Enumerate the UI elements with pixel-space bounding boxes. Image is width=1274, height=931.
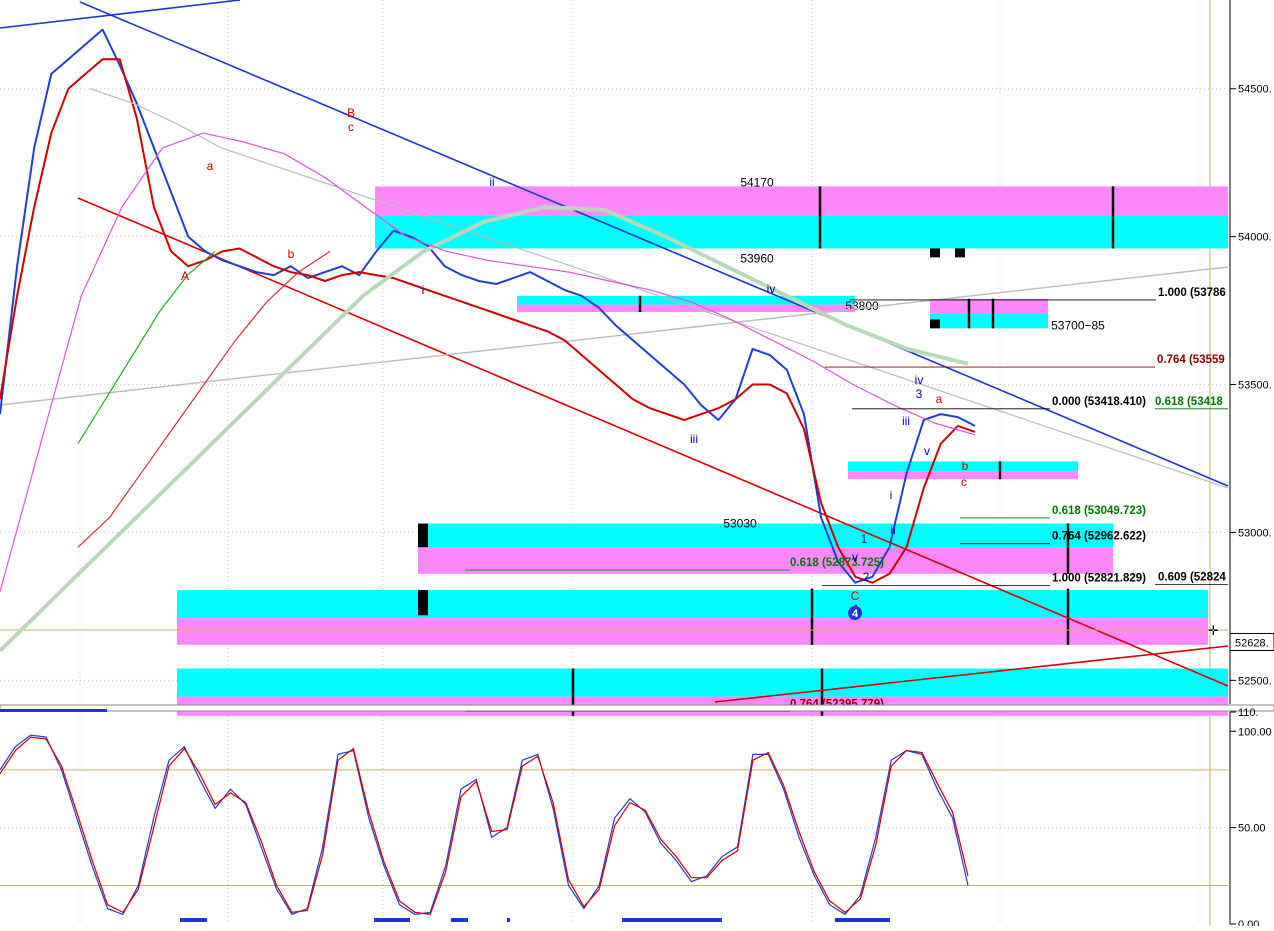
osc-signal-bar: [507, 918, 510, 922]
wave-label: C: [851, 589, 860, 603]
osc-signal-bar: [622, 918, 722, 922]
separator-marker: [0, 709, 107, 712]
panel-separator: [0, 704, 1274, 712]
osc-tick-label: 50.00: [1238, 823, 1266, 835]
osc-tick-label: 100.00: [1238, 726, 1272, 738]
crosshair-icon: ✛: [1208, 623, 1219, 638]
zone-marker: [930, 248, 940, 258]
current-price-label: 52628.: [1235, 637, 1269, 649]
osc-signal-bar: [835, 918, 890, 922]
wave-label: c: [348, 120, 354, 134]
wave-label: iv: [915, 373, 924, 387]
wave-label: b: [288, 247, 295, 261]
osc-signal-bar: [180, 918, 207, 922]
fib-level-label: 0.609 (52824: [1158, 571, 1226, 583]
zone-marker: [930, 319, 940, 329]
wave-label: v: [852, 550, 858, 564]
chart-svg: 54170 53960 53800 53700−85 53030 1.000 (5378…: [0, 0, 1274, 931]
fib-level-label: 0.764 (53559: [1157, 354, 1225, 366]
zone-label: 53800: [845, 299, 879, 313]
fib-level-label: 0.764 (52962.622): [1052, 531, 1146, 543]
zone-band-upper: [177, 590, 1208, 619]
osc-signal-bar: [374, 918, 410, 922]
wave-label: iii: [690, 432, 698, 446]
zone-band-upper: [177, 668, 1228, 697]
wave-label: 4: [852, 608, 859, 620]
fib-level-label: 1.000 (52821.829): [1052, 572, 1146, 584]
osc-signal-bar: [451, 918, 468, 922]
zone-label: 54170: [740, 175, 774, 189]
fib-level-label: 0.618 (53418: [1155, 396, 1223, 408]
price-tick-label: 53000.: [1238, 527, 1272, 539]
zone-marker: [418, 590, 428, 616]
wave-label: A: [181, 269, 189, 283]
price-tick-label: 52500.: [1238, 675, 1272, 687]
fib-level-label: 0.618 (52873.725): [790, 557, 884, 569]
wave-label: a: [207, 159, 214, 173]
zone-label: 53960: [740, 251, 774, 265]
zone-label: 53030: [723, 517, 757, 531]
price-tick-label: 54000.: [1238, 232, 1272, 244]
zone-marker: [955, 248, 965, 258]
wave-label: ii: [489, 175, 494, 189]
wave-label: iii: [902, 414, 910, 428]
osc-tick-label: 110.: [1238, 707, 1259, 719]
zone-band-lower: [177, 618, 1208, 645]
wave-label: i: [890, 488, 893, 502]
wave-label: i: [422, 283, 425, 297]
zone-marker: [418, 523, 428, 548]
zone-band-upper: [930, 298, 1048, 314]
zone-band-upper: [375, 186, 1228, 216]
fib-level-label: 1.000 (53786: [1158, 287, 1226, 299]
fib-level-label: 0.618 (53049.723): [1052, 505, 1146, 517]
wave-label: c: [961, 475, 967, 489]
wave-label: B: [347, 106, 355, 120]
wave-label: iv: [767, 282, 776, 296]
osc-tick-label: 0.00: [1238, 919, 1259, 926]
wave-label: 3: [916, 387, 923, 401]
wave-label: ii: [890, 523, 895, 537]
wave-label: a: [936, 392, 943, 406]
zone-label: 53700−85: [1051, 318, 1105, 332]
price-tick-label: 54500.: [1238, 84, 1272, 96]
wave-label: b: [962, 459, 969, 473]
wave-label: v: [924, 444, 930, 458]
price-tick-label: 53500.: [1238, 380, 1272, 392]
fib-level-label: 0.000 (53418.410): [1052, 396, 1146, 408]
wave-label: 2: [863, 570, 870, 584]
wave-label: 1: [861, 532, 868, 546]
chart-window: 54170 53960 53800 53700−85 53030 1.000 (5378…: [0, 0, 1274, 931]
zone-band-lower: [930, 313, 1048, 329]
